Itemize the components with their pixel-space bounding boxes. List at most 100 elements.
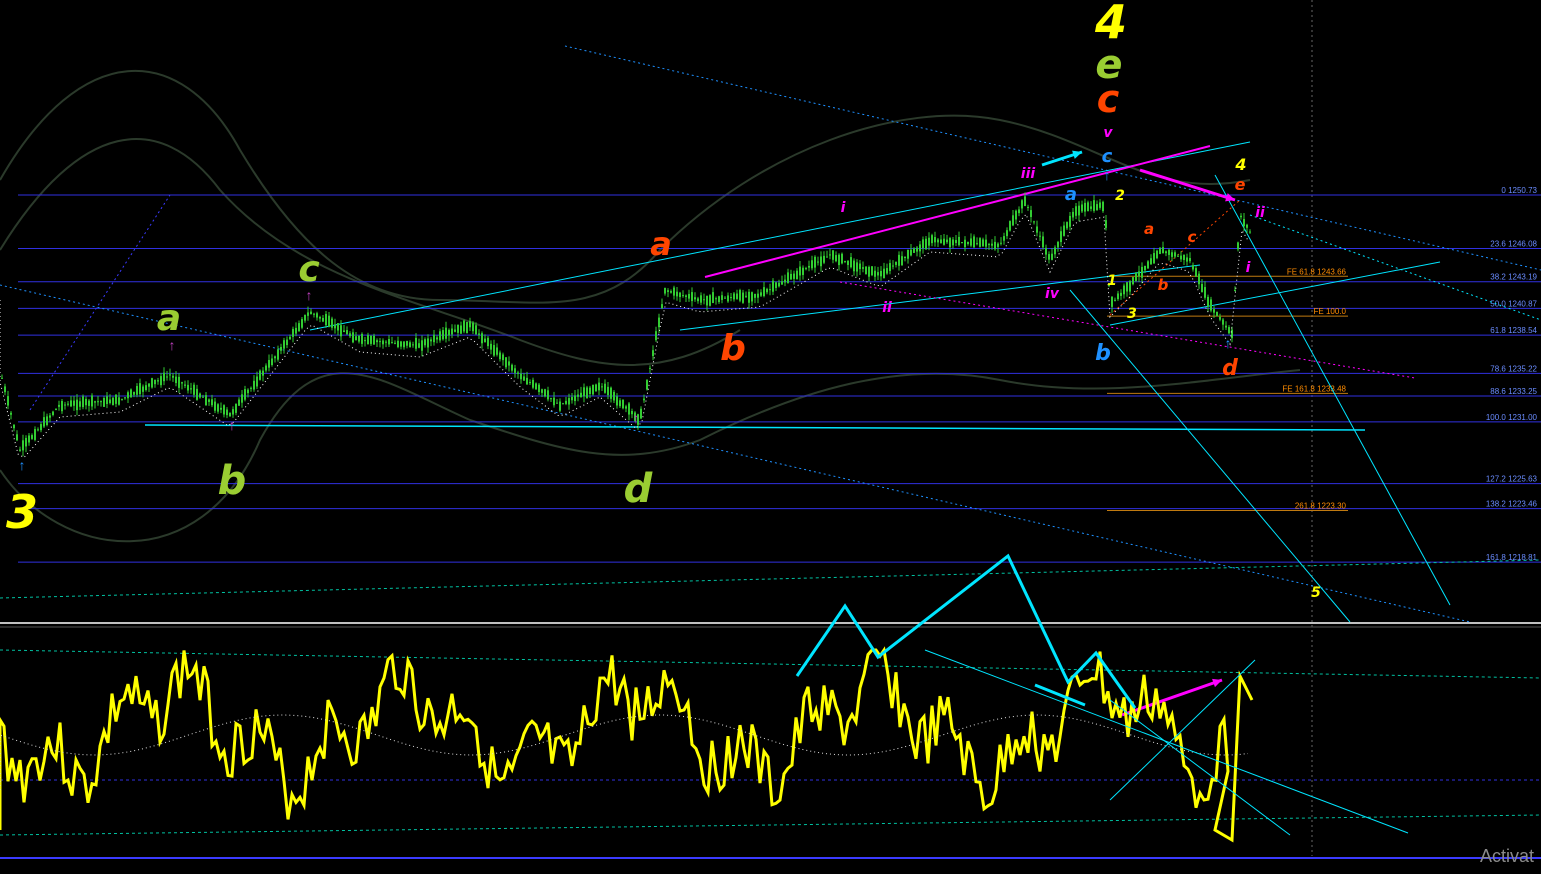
wave-label: 4	[1234, 155, 1246, 174]
candle-body	[265, 365, 267, 371]
fib-level-label: 127.2 1225.63	[1486, 475, 1538, 484]
candle-body	[478, 333, 480, 335]
candle-body	[148, 383, 150, 387]
candle-body	[1036, 226, 1038, 233]
candle-body	[28, 435, 30, 443]
candle-body	[226, 409, 228, 416]
wave-label: ii	[882, 300, 892, 316]
candle-body	[250, 387, 252, 389]
candle-body	[1000, 242, 1002, 244]
candle-body	[1030, 210, 1032, 217]
candle-body	[610, 387, 612, 399]
candle-body	[355, 336, 357, 341]
candle-body	[622, 399, 624, 409]
candle-body	[406, 340, 408, 346]
candle-body	[388, 338, 390, 345]
candle-body	[991, 243, 993, 246]
candle-body	[475, 325, 477, 335]
candle-body	[526, 377, 528, 385]
candle-body	[352, 332, 354, 343]
candle-body	[715, 298, 717, 300]
candle-body	[1204, 287, 1206, 298]
candle-body	[787, 272, 789, 283]
candle-body	[1213, 309, 1215, 313]
candle-body	[988, 244, 990, 246]
candle-body	[1114, 299, 1116, 301]
candle-body	[964, 239, 966, 248]
price-chart: 0 1250.73 23.6 1246.08 38.2 1243.19 50.0 12…	[0, 0, 1541, 874]
candle-body	[436, 337, 438, 340]
candle-body	[1138, 271, 1140, 277]
candle-body	[1021, 200, 1023, 209]
candle-body	[859, 263, 861, 270]
candle-body	[973, 236, 975, 248]
candle-body	[121, 398, 123, 400]
candle-body	[649, 367, 651, 369]
candle-body	[370, 335, 372, 344]
pivot-arrow: ↑	[633, 410, 640, 426]
candle-body	[457, 324, 459, 333]
candle-body	[1087, 202, 1089, 212]
candle-body	[655, 331, 657, 341]
candle-body	[181, 382, 183, 384]
candle-body	[25, 437, 27, 447]
candle-body	[316, 313, 318, 318]
candle-body	[1096, 204, 1098, 211]
candle-body	[1237, 242, 1239, 250]
candle-body	[1048, 254, 1050, 260]
candle-body	[796, 270, 798, 280]
candle-body	[1015, 210, 1017, 220]
fe-level-label: FE 100.0	[1314, 307, 1347, 316]
candle-body	[781, 281, 783, 285]
candle-body	[151, 378, 153, 388]
candle-body	[127, 392, 129, 399]
wave-label: iv	[1045, 286, 1060, 302]
candle-body	[862, 267, 864, 269]
candle-body	[724, 297, 726, 299]
candle-body	[229, 412, 231, 417]
candle-body	[520, 373, 522, 380]
candle-body	[1147, 261, 1149, 269]
fe-level-label: 261.8 1223.30	[1295, 501, 1347, 510]
pivot-arrow: ↑	[306, 287, 313, 303]
candle-body	[115, 394, 117, 404]
candle-body	[277, 349, 279, 360]
candle-body	[826, 256, 828, 258]
wave-label: b	[1158, 276, 1169, 294]
candle-body	[94, 401, 96, 403]
pivot-arrow: ↑	[1225, 335, 1232, 351]
candle-body	[871, 266, 873, 276]
wave-label: i	[841, 200, 846, 216]
pivot-arrow: ↑	[229, 417, 236, 433]
candle-body	[106, 396, 108, 404]
wave-label: a	[1065, 184, 1077, 205]
candle-body	[385, 341, 387, 343]
candle-body	[412, 344, 414, 346]
candle-body	[892, 265, 894, 267]
candle-body	[1084, 202, 1086, 212]
wave-label: i	[1246, 260, 1251, 276]
candle-body	[979, 238, 981, 247]
candle-body	[334, 324, 336, 329]
candle-body	[1144, 265, 1146, 271]
candle-body	[289, 336, 291, 340]
candle-body	[319, 317, 321, 319]
wave-label: c	[1102, 146, 1113, 167]
candle-body	[790, 273, 792, 280]
candle-body	[1024, 196, 1026, 207]
candle-body	[742, 292, 744, 303]
candle-body	[1090, 206, 1092, 209]
candle-body	[142, 386, 144, 392]
candle-body	[1195, 268, 1197, 277]
candle-body	[55, 408, 57, 410]
wave-label: b	[1095, 341, 1111, 366]
candle-body	[172, 375, 174, 378]
candle-body	[943, 238, 945, 245]
candle-body	[4, 386, 6, 393]
candle-body	[613, 391, 615, 401]
candle-body	[853, 260, 855, 272]
candle-body	[508, 361, 510, 366]
candle-body	[568, 398, 570, 405]
candle-body	[1072, 211, 1074, 218]
candle-body	[1198, 273, 1200, 285]
